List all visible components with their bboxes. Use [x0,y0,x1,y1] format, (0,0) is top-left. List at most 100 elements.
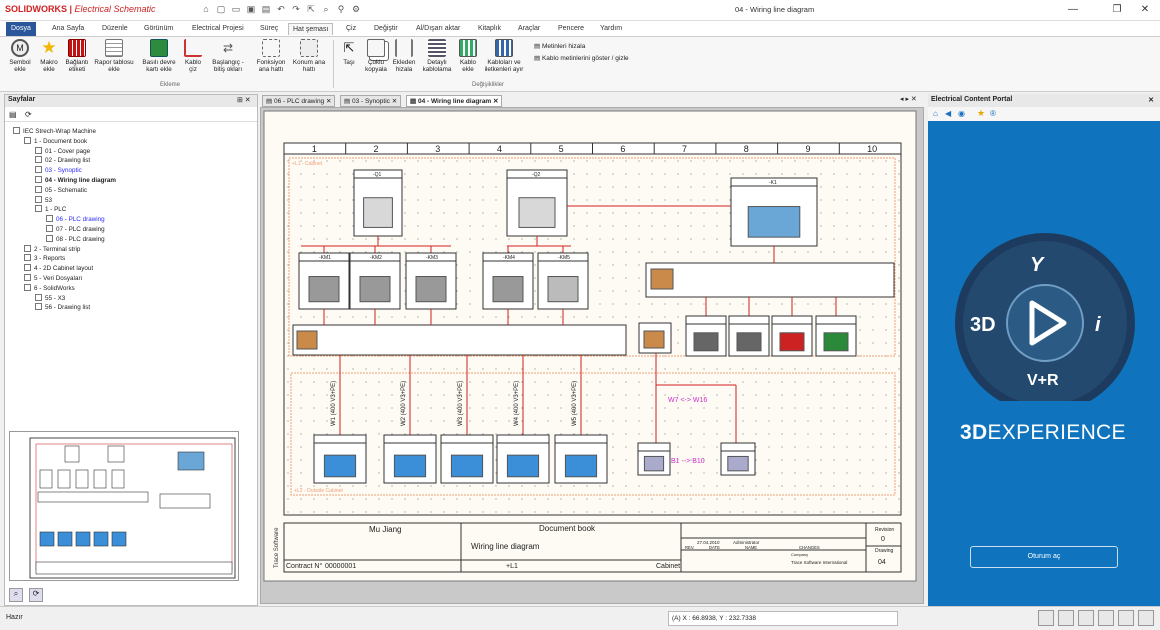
tab-file[interactable]: Dosya [6,22,36,36]
restore-button[interactable]: ❐ [1104,3,1130,17]
tree-item[interactable]: 08 - PLC drawing [46,234,105,244]
fullscreen-toggle-icon[interactable] [1138,610,1154,626]
move-button[interactable]: ⇱ Taşı [338,39,360,66]
location-outline-button[interactable]: Konum ana hattı [291,39,327,73]
save-icon[interactable]: ▣ [245,3,257,16]
tab-window[interactable]: Pencere [554,23,588,35]
tree-item-label: 05 - Schematic [45,186,87,194]
tab-help[interactable]: Yardım [596,23,626,35]
tab-home[interactable]: Ana Sayfa [48,23,88,35]
start-end-arrows-button[interactable]: ⇄ Başlangıç - bitiş okları [206,39,250,73]
align-from-attachment-button[interactable]: Ekleden hizala [391,39,417,73]
close-button[interactable]: ✕ [1132,3,1158,17]
tab-library[interactable]: Kitaplık [474,23,505,35]
detailed-wiring-button[interactable]: Detaylı kablolama [419,39,455,73]
tree-item[interactable]: 3 - Reports [24,254,65,263]
tree-item[interactable]: 53 [35,195,52,205]
tree-item[interactable]: 1 - Document book [24,136,87,146]
preview-refresh-icon[interactable]: ⟳ [29,588,43,602]
tab-draw[interactable]: Çiz [342,23,360,35]
tab-process[interactable]: Süreç [256,23,282,35]
add-cable-button[interactable]: Kablo ekle [457,39,479,73]
layout-toggle-icon[interactable] [1118,610,1134,626]
tree-item[interactable]: 03 - Synoptic [35,166,82,175]
select-icon[interactable]: ⇱ [305,3,317,16]
globe-icon[interactable]: ◉ [958,109,965,118]
contactor-km1-label: -KM1 [319,255,331,261]
tab-tools[interactable]: Araçlar [514,23,544,35]
insert-macro-button[interactable]: ★ Makro ekle [36,39,62,74]
print-icon[interactable]: ▤ [260,3,272,16]
tb-h-name: NAME [745,545,757,550]
tab-line-diagram[interactable]: Hat şeması [288,23,334,35]
ortho-toggle-icon[interactable] [1058,610,1074,626]
preview-zoom-icon[interactable]: ⌕ [9,588,23,602]
home-icon[interactable]: ⌂ [933,109,938,118]
tab-modify[interactable]: Değiştir [370,23,402,35]
drawing-preview[interactable] [9,431,239,581]
separate-cables-button[interactable]: Kabloları ve iletkenleri ayır [481,39,527,73]
tab-scroll-icon[interactable]: ◂ ▸ ✕ [900,95,917,103]
open-icon[interactable]: ▭ [230,3,242,16]
tree-item[interactable]: 06 - PLC drawing [46,215,105,224]
drawing-preview-svg [29,437,236,579]
settings-icon[interactable]: ⚙ [350,3,362,16]
doc-tab-plc-drawing[interactable]: ▤ 06 - PLC drawing ✕ [262,95,336,107]
cable-label: W2 (400 V3+PE) [401,381,407,426]
redo-icon[interactable]: ↷ [290,3,302,16]
tree-item[interactable]: 04 - Wiring line diagram [35,176,116,185]
align-texts-item[interactable]: ▤ Metinleri hizala [534,42,585,50]
lineweight-toggle-icon[interactable] [1098,610,1114,626]
page-icon [35,176,42,183]
snap-toggle-icon[interactable] [1078,610,1094,626]
insert-pcb-button[interactable]: Basılı devre kartı ekle [138,39,180,73]
zoom-icon[interactable]: ⌕ [320,3,332,16]
doc-tab-synoptic[interactable]: ▤ 03 - Synoptic ✕ [340,95,402,107]
brand-product: Electrical Schematic [74,4,156,14]
doc-tab-wiring-line-diagram[interactable]: ▤ 04 - Wiring line diagram ✕ [406,95,503,107]
tab-edit[interactable]: Düzenle [98,23,132,35]
tree-item[interactable]: IEC Strech-Wrap Machine [13,127,96,136]
connection-label-button[interactable]: Bağlantı etiketi [63,39,91,73]
grid-toggle-icon[interactable] [1038,610,1054,626]
search-icon[interactable]: ⚲ [335,3,347,16]
preview-shape [93,531,109,547]
drawing-canvas[interactable]: 1 2 3 4 5 6 7 8 9 10 +L1 - Cabinet +L2 - Outside Ca… [260,107,924,604]
tab-electrical-project[interactable]: Electrical Projesi [188,23,248,35]
undo-icon[interactable]: ↶ [275,3,287,16]
tree-item[interactable]: 07 - PLC drawing [46,225,105,234]
page-icon [35,293,42,301]
insert-symbol-button[interactable]: M Sembol ekle [6,39,34,73]
tab-import-export[interactable]: Al/Dışarı aktar [412,23,464,35]
tree-item[interactable]: 5 - Veri Dosyaları [24,274,82,283]
multi-copy-button[interactable]: Çoklu kopyala [362,39,390,73]
tree-item[interactable]: 1 - PLC [35,205,66,214]
portal-close-icon[interactable]: ✕ [1148,96,1154,104]
minimize-button[interactable]: — [1060,3,1086,17]
function-outline-button[interactable]: Fonksiyon ana hattı [253,39,289,73]
align-icon [395,39,413,57]
tree-item[interactable]: 56 - Drawing list [35,303,90,312]
tree-item[interactable]: 01 - Cover page [35,146,90,156]
tree-item[interactable]: 02 - Drawing list [35,156,90,165]
new-file-icon[interactable]: ▢ [215,3,227,16]
tree-item[interactable]: 05 - Schematic [35,185,87,195]
column-number: 1 [312,144,317,154]
tree-item[interactable]: 6 - SolidWorks [24,283,75,293]
home-icon[interactable]: ⌂ [200,3,212,16]
preview-shape [39,531,55,547]
tree-item[interactable]: 2 - Terminal strip [24,244,80,254]
draw-cable-button[interactable]: Kablo çiz [182,39,204,73]
tab-view[interactable]: Görünüm [140,23,177,35]
show-hide-cable-texts-item[interactable]: ▤ Kablo metinlerini göster / gizle [534,54,629,62]
refresh-icon[interactable]: ⟳ [25,110,32,119]
back-icon[interactable]: ◀ [945,109,951,118]
tree-item[interactable]: 4 - 2D Cabinet layout [24,264,93,273]
sign-in-button[interactable]: Oturum aç [970,546,1118,568]
tree-item[interactable]: 55 - X3 [35,293,65,303]
favorite-star-icon[interactable]: ★ [977,108,985,119]
tree-view-icon[interactable]: ▤ [9,110,17,119]
insert-report-table-button[interactable]: Rapor tablosu ekle [93,39,135,73]
registered-icon[interactable]: ® [990,109,996,118]
panel-pin-icon[interactable]: ⊞ ✕ [237,96,251,104]
